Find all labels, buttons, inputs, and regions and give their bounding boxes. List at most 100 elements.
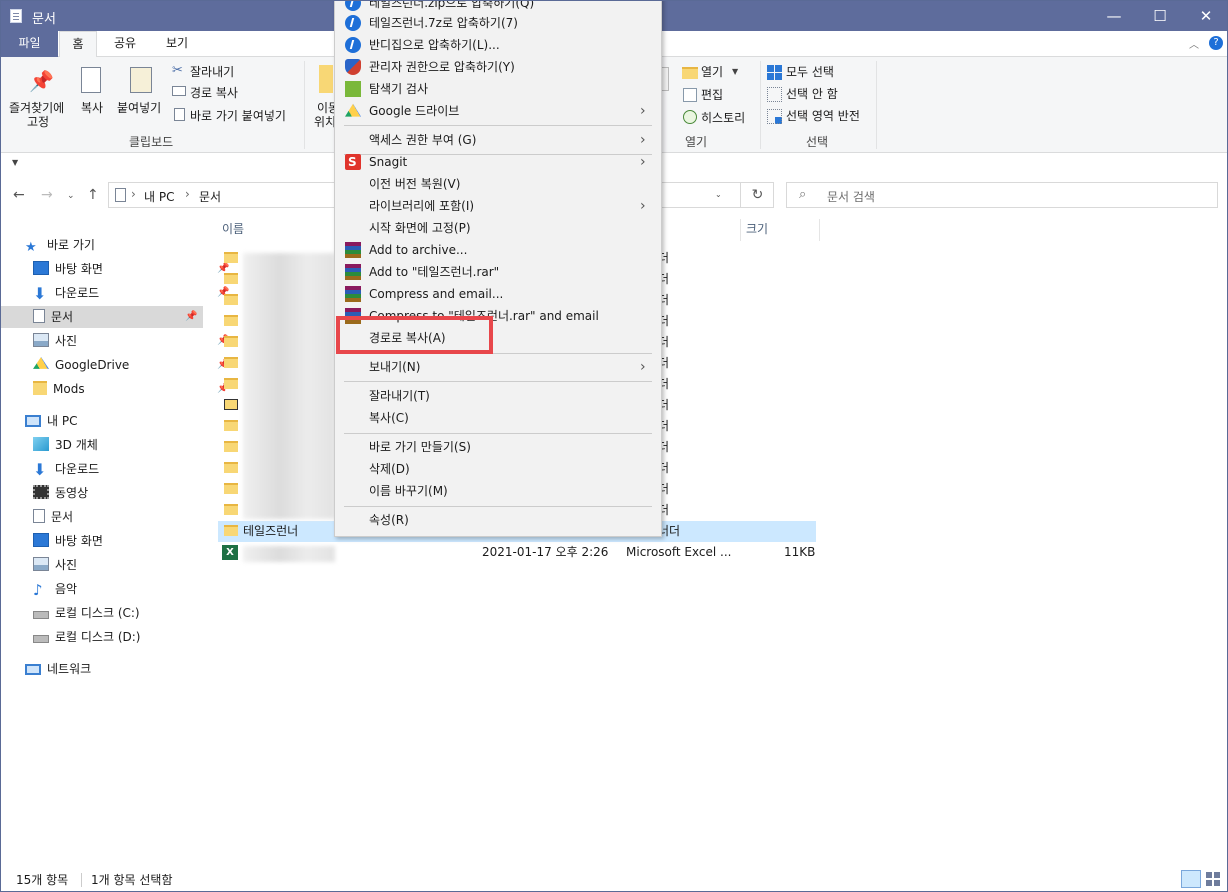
folder-icon: [224, 483, 238, 494]
menu-item-create-shortcut[interactable]: 바로 가기 만들기(S): [335, 436, 661, 458]
menu-item-copy[interactable]: 복사(C): [335, 407, 661, 429]
pictures-icon: [33, 333, 49, 347]
menu-item-label: 테일즈런너.7z로 압축하기(7): [369, 16, 518, 30]
ribbon-separator: [760, 61, 761, 149]
blurred-filenames: [243, 546, 335, 562]
menu-item-add-rar[interactable]: Add to "테일즈런너.rar": [335, 261, 661, 283]
edit-button[interactable]: 편집: [701, 86, 723, 103]
menu-item-label: Google 드라이브: [369, 104, 460, 118]
menu-item-7z[interactable]: 테일즈런너.7z로 압축하기(7): [335, 12, 661, 34]
nav-label: 바탕 화면: [55, 534, 103, 548]
nav-label: 다운로드: [55, 462, 100, 476]
menu-item-google-drive[interactable]: Google 드라이브 ›: [335, 100, 661, 122]
nav-this-pc[interactable]: 내 PC: [25, 410, 203, 432]
paste-button[interactable]: 붙여넣기: [117, 99, 161, 116]
open-button[interactable]: 열기: [701, 63, 723, 80]
chevron-up-icon[interactable]: ︿: [1189, 36, 1199, 51]
column-header-size[interactable]: 크기: [746, 216, 768, 242]
copy-button[interactable]: 복사: [81, 99, 103, 116]
menu-item-include-library[interactable]: 라이브러리에 포함(I) ›: [335, 195, 661, 217]
breadcrumb-this-pc[interactable]: 내 PC: [144, 188, 174, 205]
menu-item-delete[interactable]: 삭제(D): [335, 458, 661, 480]
paste-shortcut-button[interactable]: 바로 가기 붙여넣기: [190, 107, 286, 124]
close-button[interactable]: ✕: [1183, 1, 1227, 31]
nav-desktop[interactable]: 바탕 화면 📌: [33, 258, 229, 280]
nav-drive-c[interactable]: 로컬 디스크 (C:): [33, 602, 203, 624]
help-icon[interactable]: ?: [1209, 36, 1223, 50]
menu-item-snagit[interactable]: Snagit ›: [335, 151, 661, 173]
star-icon: ★: [25, 240, 37, 255]
nav-network[interactable]: 네트워크: [25, 658, 203, 680]
network-icon: [25, 664, 41, 675]
recent-dropdown-icon[interactable]: ⌄: [67, 191, 75, 201]
search-input[interactable]: ⌕ 문서 검색: [786, 182, 1218, 208]
context-menu: 테일즈런너.zip으로 압축하기(Q) 테일즈런너.7z로 압축하기(7) 반디…: [334, 1, 662, 537]
pin-icon: 📌: [185, 311, 198, 322]
pin-icon: 📌: [29, 69, 54, 93]
menu-item-explorer-scan[interactable]: 탐색기 검사: [335, 78, 661, 100]
menu-item-restore-versions[interactable]: 이전 버전 복원(V): [335, 173, 661, 195]
minimize-button[interactable]: —: [1091, 1, 1137, 31]
breadcrumb-documents[interactable]: 문서: [199, 188, 221, 205]
back-arrow-icon[interactable]: ←: [13, 187, 25, 203]
up-arrow-icon[interactable]: ↑: [87, 187, 99, 203]
nav-documents[interactable]: 문서 📌: [1, 306, 203, 328]
refresh-icon[interactable]: ↻: [740, 183, 774, 207]
google-drive-icon: [345, 103, 361, 117]
large-icons-view-icon[interactable]: [1206, 872, 1220, 886]
nav-pc-downloads[interactable]: ⬇ 다운로드: [33, 458, 203, 480]
menu-item-properties[interactable]: 속성(R): [335, 509, 661, 531]
menu-item-pin-start[interactable]: 시작 화면에 고정(P): [335, 217, 661, 239]
pin-label-line2: 고정: [27, 115, 50, 129]
nav-pc-documents[interactable]: 문서: [33, 506, 203, 528]
select-group-label: 선택: [806, 135, 829, 149]
menu-item-compress-email[interactable]: Compress and email...: [335, 283, 661, 305]
nav-pictures[interactable]: 사진📌: [33, 330, 229, 352]
column-divider: [819, 219, 820, 241]
invert-selection-button[interactable]: 선택 영역 반전: [786, 107, 860, 124]
nav-label: Mods: [53, 382, 85, 396]
nav-mods[interactable]: Mods📌: [33, 378, 229, 400]
nav-downloads[interactable]: ⬇ 다운로드 📌: [33, 282, 229, 304]
nav-music[interactable]: ♪ 음악: [33, 578, 203, 600]
menu-item-label: 삭제(D): [369, 462, 410, 476]
nav-3d-objects[interactable]: 3D 개체: [33, 434, 203, 456]
quick-access-toolbar-dropdown-icon[interactable]: ▼: [12, 158, 18, 167]
menu-separator: [344, 381, 652, 382]
menu-item-send-to[interactable]: 보내기(N) ›: [335, 356, 661, 378]
menu-item-cut[interactable]: 잘라내기(T): [335, 385, 661, 407]
tab-home[interactable]: 홈: [59, 31, 97, 58]
copy-path-button[interactable]: 경로 복사: [190, 84, 238, 101]
nav-quick-access[interactable]: ★ 바로 가기: [25, 234, 203, 256]
menu-item-add-archive[interactable]: Add to archive...: [335, 239, 661, 261]
nav-videos[interactable]: 동영상: [33, 482, 203, 504]
nav-label: 음악: [55, 582, 78, 596]
winrar-icon: [345, 242, 361, 258]
chevron-down-icon[interactable]: ▼: [732, 67, 738, 76]
select-none-button[interactable]: 선택 안 함: [786, 85, 838, 102]
bandizip-icon: [345, 15, 361, 31]
history-button[interactable]: 히스토리: [701, 109, 745, 126]
tab-file[interactable]: 파일: [1, 31, 58, 57]
details-view-icon[interactable]: [1181, 870, 1201, 888]
move-to-icon: [319, 65, 333, 93]
nav-drive-d[interactable]: 로컬 디스크 (D:): [33, 626, 203, 648]
menu-item-bandizip[interactable]: 반디집으로 압축하기(L)...: [335, 34, 661, 56]
menu-item-rename[interactable]: 이름 바꾸기(M): [335, 480, 661, 502]
maximize-button[interactable]: ☐: [1137, 1, 1183, 31]
address-dropdown-icon[interactable]: ⌄: [715, 190, 722, 199]
tab-view[interactable]: 보기: [153, 31, 201, 57]
cut-button[interactable]: 잘라내기: [190, 63, 234, 80]
column-header-name[interactable]: 이름: [222, 216, 244, 242]
nav-googledrive[interactable]: GoogleDrive📌: [33, 354, 229, 376]
menu-item-give-access[interactable]: 액세스 권한 부여 (G) ›: [335, 129, 661, 151]
menu-item-label: Snagit: [369, 155, 408, 169]
nav-pc-desktop[interactable]: 바탕 화면: [33, 530, 203, 552]
menu-item-admin-compress[interactable]: 관리자 권한으로 압축하기(Y): [335, 56, 661, 78]
forward-arrow-icon[interactable]: →: [41, 187, 53, 203]
bandizip-icon: [345, 1, 361, 11]
tab-share[interactable]: 공유: [105, 31, 145, 57]
folder-icon: [224, 336, 238, 347]
nav-pc-pictures[interactable]: 사진: [33, 554, 203, 576]
select-all-button[interactable]: 모두 선택: [786, 63, 834, 80]
